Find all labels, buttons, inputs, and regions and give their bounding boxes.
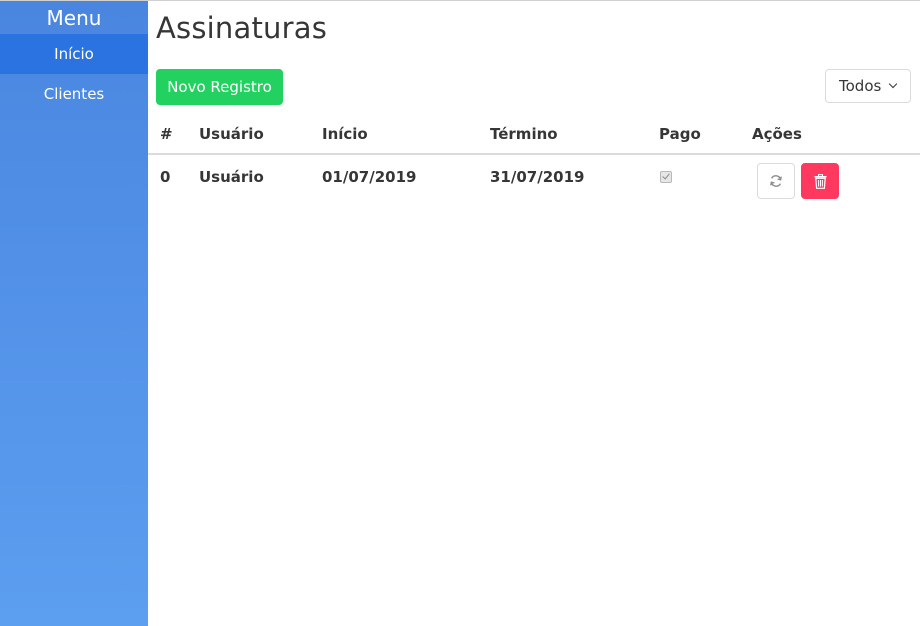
- trash-icon: [814, 173, 826, 189]
- table-row: 0 Usuário 01/07/2019 31/07/2019: [148, 154, 920, 200]
- new-record-button[interactable]: Novo Registro: [156, 69, 283, 105]
- cell-termino: 31/07/2019: [490, 168, 585, 186]
- main-content: Assinaturas Novo Registro Todos # Usuári…: [148, 1, 920, 626]
- cell-inicio: 01/07/2019: [322, 168, 417, 186]
- row-actions: [757, 163, 920, 199]
- cell-id: 0: [160, 168, 171, 186]
- page-title: Assinaturas: [156, 11, 328, 45]
- column-header-usuario: Usuário: [199, 124, 264, 143]
- sidebar-item-inicio[interactable]: Início: [0, 34, 148, 74]
- cell-acoes: [752, 154, 920, 200]
- refresh-icon: [770, 175, 782, 187]
- refresh-button[interactable]: [757, 163, 795, 199]
- column-header-inicio: Início: [322, 124, 368, 143]
- sidebar: Menu Início Clientes: [0, 1, 148, 626]
- cell-pago: [659, 154, 752, 200]
- column-header-acoes: Ações: [752, 124, 802, 143]
- column-header-termino: Término: [490, 124, 558, 143]
- sidebar-title: Menu: [46, 6, 102, 30]
- chevron-down-icon: [888, 79, 898, 89]
- subscriptions-table: # Usuário Início Término Pago Ações 0 Us…: [148, 114, 920, 200]
- column-header-id: #: [160, 124, 173, 143]
- app-frame: Menu Início Clientes Assinaturas Novo Re…: [0, 0, 920, 626]
- delete-button[interactable]: [801, 163, 839, 199]
- column-header-pago: Pago: [659, 124, 701, 143]
- cell-usuario: Usuário: [199, 168, 264, 186]
- paid-checkbox[interactable]: [660, 171, 672, 183]
- filter-select-value: Todos: [839, 77, 882, 95]
- sidebar-item-clientes[interactable]: Clientes: [0, 74, 148, 114]
- filter-select[interactable]: Todos: [825, 69, 911, 103]
- table-header-row: # Usuário Início Término Pago Ações: [148, 114, 920, 154]
